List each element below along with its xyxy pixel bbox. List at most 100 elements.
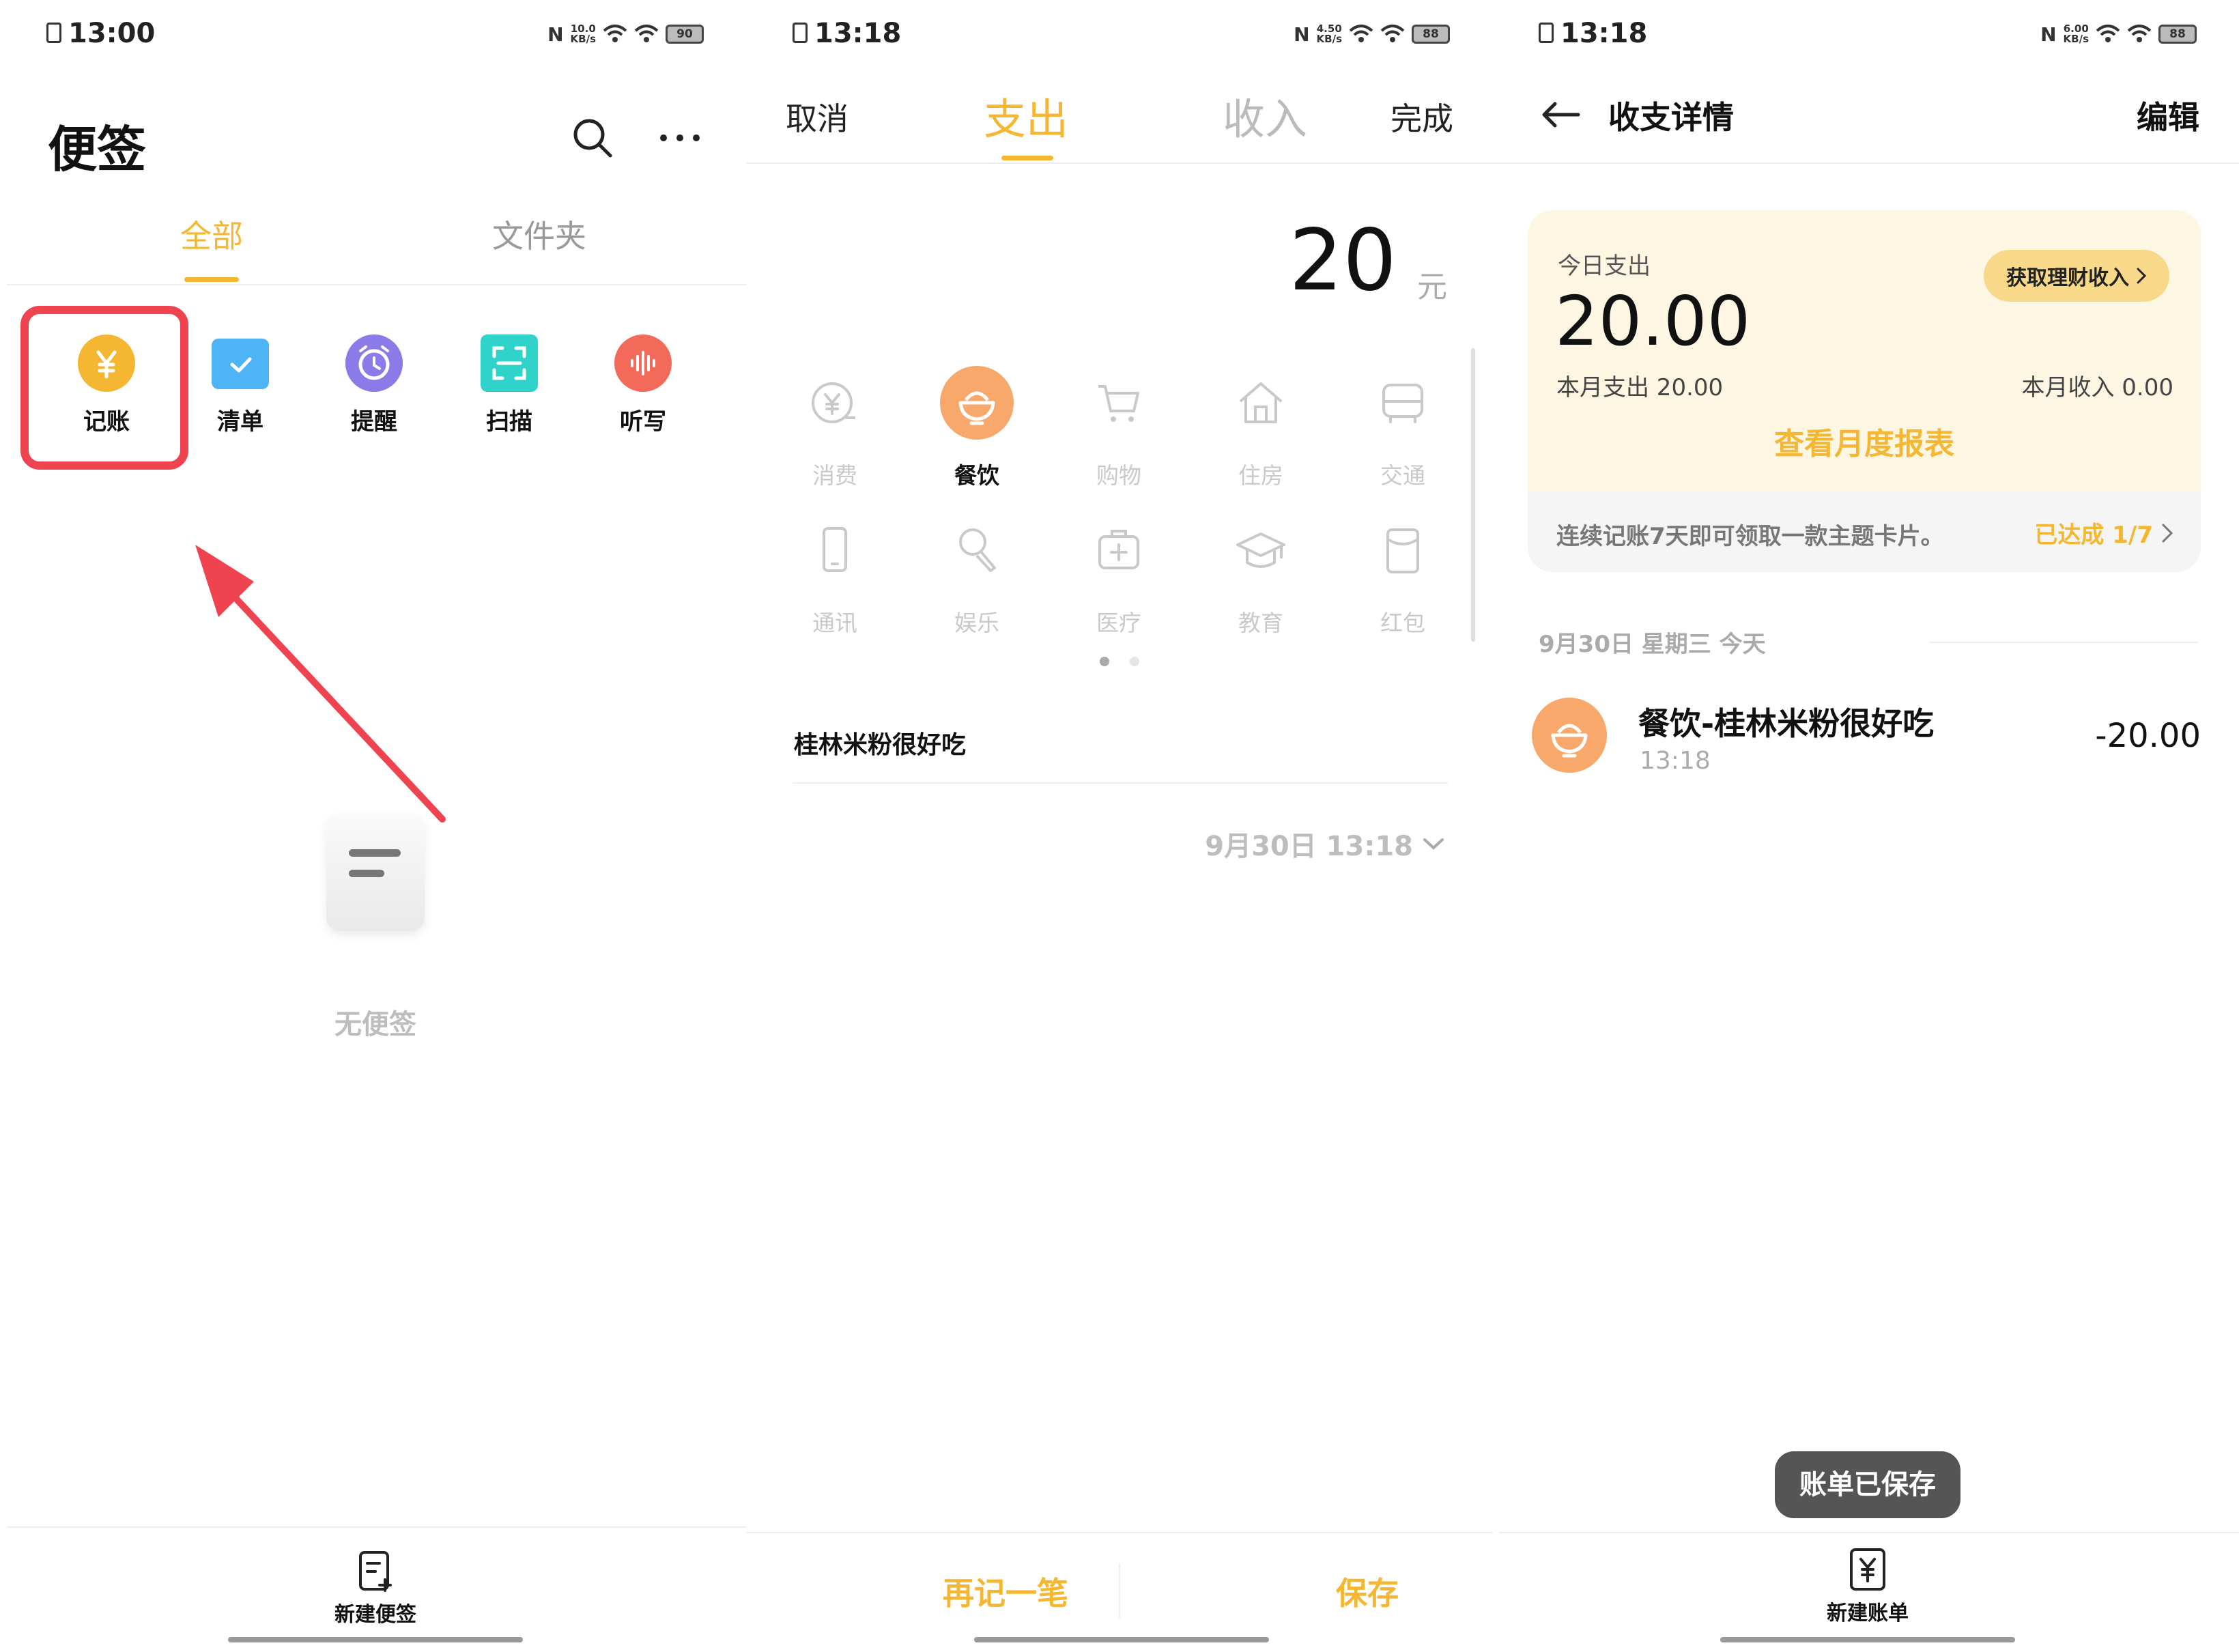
amount-display[interactable]: 20 [1289,212,1397,310]
cancel-button[interactable]: 取消 [786,94,848,139]
entry-amount: -20.00 [2095,717,2201,755]
edit-button[interactable]: 编辑 [2137,93,2199,138]
bottom-divider [1499,1532,2239,1533]
monthly-report-link[interactable]: 查看月度报表 [1528,419,2201,463]
new-bill-label: 新建账单 [1827,1601,1909,1625]
streak-progress: 已达成 1/7 [2034,516,2173,550]
phone-icon [823,527,847,572]
category-consume[interactable]: 消费 [780,375,889,498]
header-divider [746,162,1492,164]
home-indicator [974,1637,1269,1642]
category-label: 餐饮 [954,462,999,489]
sim-icon [793,23,808,43]
category-label: 购物 [1096,462,1141,489]
rice-bowl-icon [940,366,1014,440]
red-packet-icon [1386,528,1419,573]
new-note-button[interactable]: 新建便签 [294,1550,457,1638]
wifi-icon [2127,25,2152,42]
bus-icon [1382,384,1423,423]
date-header-line [1929,642,2198,643]
network-speed: 6.00 KB/s [2063,23,2089,45]
tab-active-underline [1001,156,1053,160]
nfc-icon: N [2040,23,2057,46]
summary-card: 今日支出 获取理财收入 20.00 本月支出 20.00 本月收入 0.00 查… [1528,210,2201,572]
streak-bar[interactable]: 连续记账7天即可领取一款主题卡片。 已达成 1/7 [1528,492,2201,572]
notes-home-screen: 13:00 N 10.0 KB/s 90 便签 全部 文件夹 记账 清单 提醒 扫… [0,0,746,1652]
category-housing[interactable]: 住房 [1206,375,1315,498]
date-header: 9月30日 星期三 今天 [1539,631,1766,658]
battery-indicator: 88 [2158,25,2197,44]
record-again-button[interactable]: 再记一笔 [917,1569,1094,1614]
category-transport[interactable]: 交通 [1348,375,1457,498]
wifi-icon [1380,25,1405,42]
category-medical[interactable]: 医疗 [1064,523,1173,646]
empty-state-text: 无便签 [334,1009,416,1040]
category-label: 通讯 [812,610,857,636]
new-bill-icon [1850,1548,1885,1591]
month-income: 本月收入 0.00 [2021,374,2173,401]
toast-message: 账单已保存 [1775,1451,1960,1518]
page-title: 收支详情 [1608,99,1734,136]
shopping-cart-icon [1098,385,1139,422]
category-label: 消费 [812,462,857,489]
nfc-icon: N [1294,23,1310,46]
category-label: 娱乐 [954,610,999,636]
entry-time: 13:18 [1640,747,1711,775]
category-label: 住房 [1238,462,1283,489]
home-indicator [1720,1637,2015,1642]
category-label: 红包 [1380,610,1425,636]
done-button[interactable]: 完成 [1391,94,1453,139]
back-arrow-icon[interactable] [1541,101,1580,128]
rice-bowl-icon [1532,698,1607,773]
date-selector[interactable]: 9月30日 13:18 [1205,823,1444,864]
home-indicator [228,1637,523,1642]
house-icon [1239,382,1283,423]
date-text: 9月30日 13:18 [1205,831,1413,862]
header-divider [1492,162,2239,164]
list-item[interactable]: 餐饮-桂林米粉很好吃 13:18 -20.00 [1532,689,2201,792]
tab-income[interactable]: 收入 [1197,85,1333,146]
category-communication[interactable]: 通讯 [780,523,889,646]
chevron-down-icon [1423,838,1444,850]
category-label: 教育 [1238,610,1283,636]
status-time: 13:18 [1560,18,1648,49]
category-label: 医疗 [1096,610,1141,636]
category-label: 交通 [1380,462,1425,489]
category-dining[interactable]: 餐饮 [922,366,1031,498]
new-bill-button[interactable]: 新建账单 [1779,1547,1956,1636]
status-time: 13:18 [814,18,902,49]
category-entertainment[interactable]: 娱乐 [922,523,1031,646]
today-expense-label: 今日支出 [1558,253,1651,280]
new-note-icon [359,1551,392,1592]
category-education[interactable]: 教育 [1206,523,1315,646]
wifi-calling-icon [1349,25,1373,42]
footer-separator [1119,1563,1120,1618]
sim-icon [1539,23,1554,43]
note-input[interactable]: 桂林米粉很好吃 [794,725,966,760]
yen-minus-icon [812,382,855,423]
graduation-cap-icon [1236,532,1285,568]
empty-note-icon [326,814,425,931]
today-expense-amount: 20.00 [1555,281,1751,361]
category-scrollbar[interactable] [1471,348,1475,642]
page-dot-active [1100,657,1109,666]
bottom-divider [7,1526,746,1528]
network-speed: 4.50 KB/s [1316,23,1342,45]
wifi-calling-icon [2096,25,2120,42]
medical-kit-icon [1098,530,1139,569]
category-red-packet[interactable]: 红包 [1348,523,1457,646]
battery-indicator: 88 [1412,25,1450,44]
bottom-divider [746,1532,1492,1533]
status-icons: N 4.50 KB/s 88 [1294,20,1450,48]
finance-income-button[interactable]: 获取理财收入 [1984,250,2169,302]
page-dot [1130,657,1139,666]
category-shopping[interactable]: 购物 [1064,375,1173,498]
status-icons: N 6.00 KB/s 88 [2040,20,2197,48]
tab-expense[interactable]: 支出 [958,85,1094,146]
note-divider [793,782,1448,784]
finance-income-label: 获取理财收入 [2006,266,2129,290]
microphone-icon [959,528,996,572]
annotation-arrow [195,545,446,823]
save-button[interactable]: 保存 [1279,1569,1456,1614]
currency-unit: 元 [1417,270,1447,304]
